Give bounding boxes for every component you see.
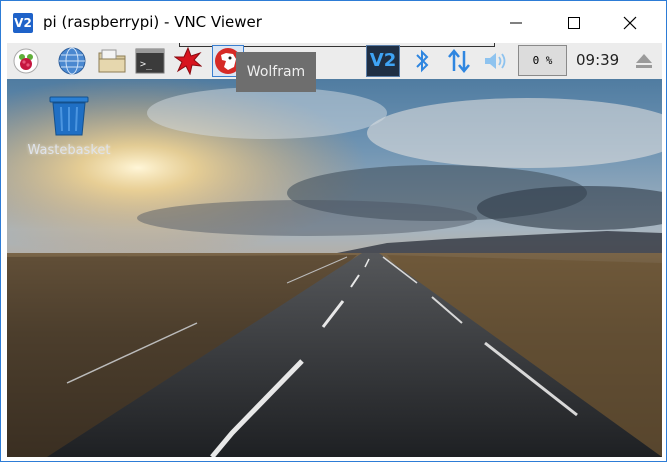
bluetooth-icon [416,49,429,73]
maximize-button[interactable] [551,9,597,37]
title-bar[interactable]: V2 pi (raspberrypi) - VNC Viewer [1,1,666,43]
close-icon [623,16,637,30]
terminal-launcher[interactable]: >_ [135,46,165,76]
cpu-usage-monitor[interactable]: 0 % [518,45,567,76]
window-title: pi (raspberrypi) - VNC Viewer [43,13,262,31]
raspberry-menu-icon [13,48,39,74]
wallpaper-road-sunset [7,43,662,457]
wastebasket-icon [49,96,89,136]
eject-icon [636,54,652,68]
eject-tray-button[interactable] [629,46,659,76]
raspberry-menu-button[interactable] [11,46,41,76]
vnc-app-icon: V2 [13,13,33,33]
remote-desktop[interactable]: >_ V2 0 % 09:39 Wolfram Wastebasket [7,43,662,457]
wastebasket-desktop-icon[interactable] [47,93,91,137]
panel-clock[interactable]: 09:39 [576,51,619,69]
file-manager-icon [98,49,126,73]
launcher-tooltip: Wolfram [236,52,316,92]
svg-text:>_: >_ [140,59,153,70]
vnc-viewer-window: V2 pi (raspberrypi) - VNC Viewer >_ V2 0… [0,0,667,462]
mathematica-icon [174,47,202,75]
close-button[interactable] [607,9,653,37]
web-browser-icon [58,47,86,75]
speaker-volume-icon [485,53,506,69]
network-updown-arrows-icon [448,49,470,73]
vnc-server-tray-icon[interactable]: V2 [366,45,400,77]
maximize-icon [568,17,580,29]
taskbar-panel: >_ V2 0 % 09:39 [7,43,662,79]
web-browser-launcher[interactable] [57,46,87,76]
minimize-button[interactable] [493,9,539,37]
terminal-icon: >_ [135,48,165,74]
wastebasket-label: Wastebasket [27,143,111,158]
network-tray-button[interactable] [444,46,474,76]
mathematica-launcher[interactable] [173,46,203,76]
file-manager-launcher[interactable] [97,46,127,76]
volume-tray-button[interactable] [481,46,511,76]
bluetooth-tray-button[interactable] [407,46,437,76]
minimize-icon [510,22,522,24]
